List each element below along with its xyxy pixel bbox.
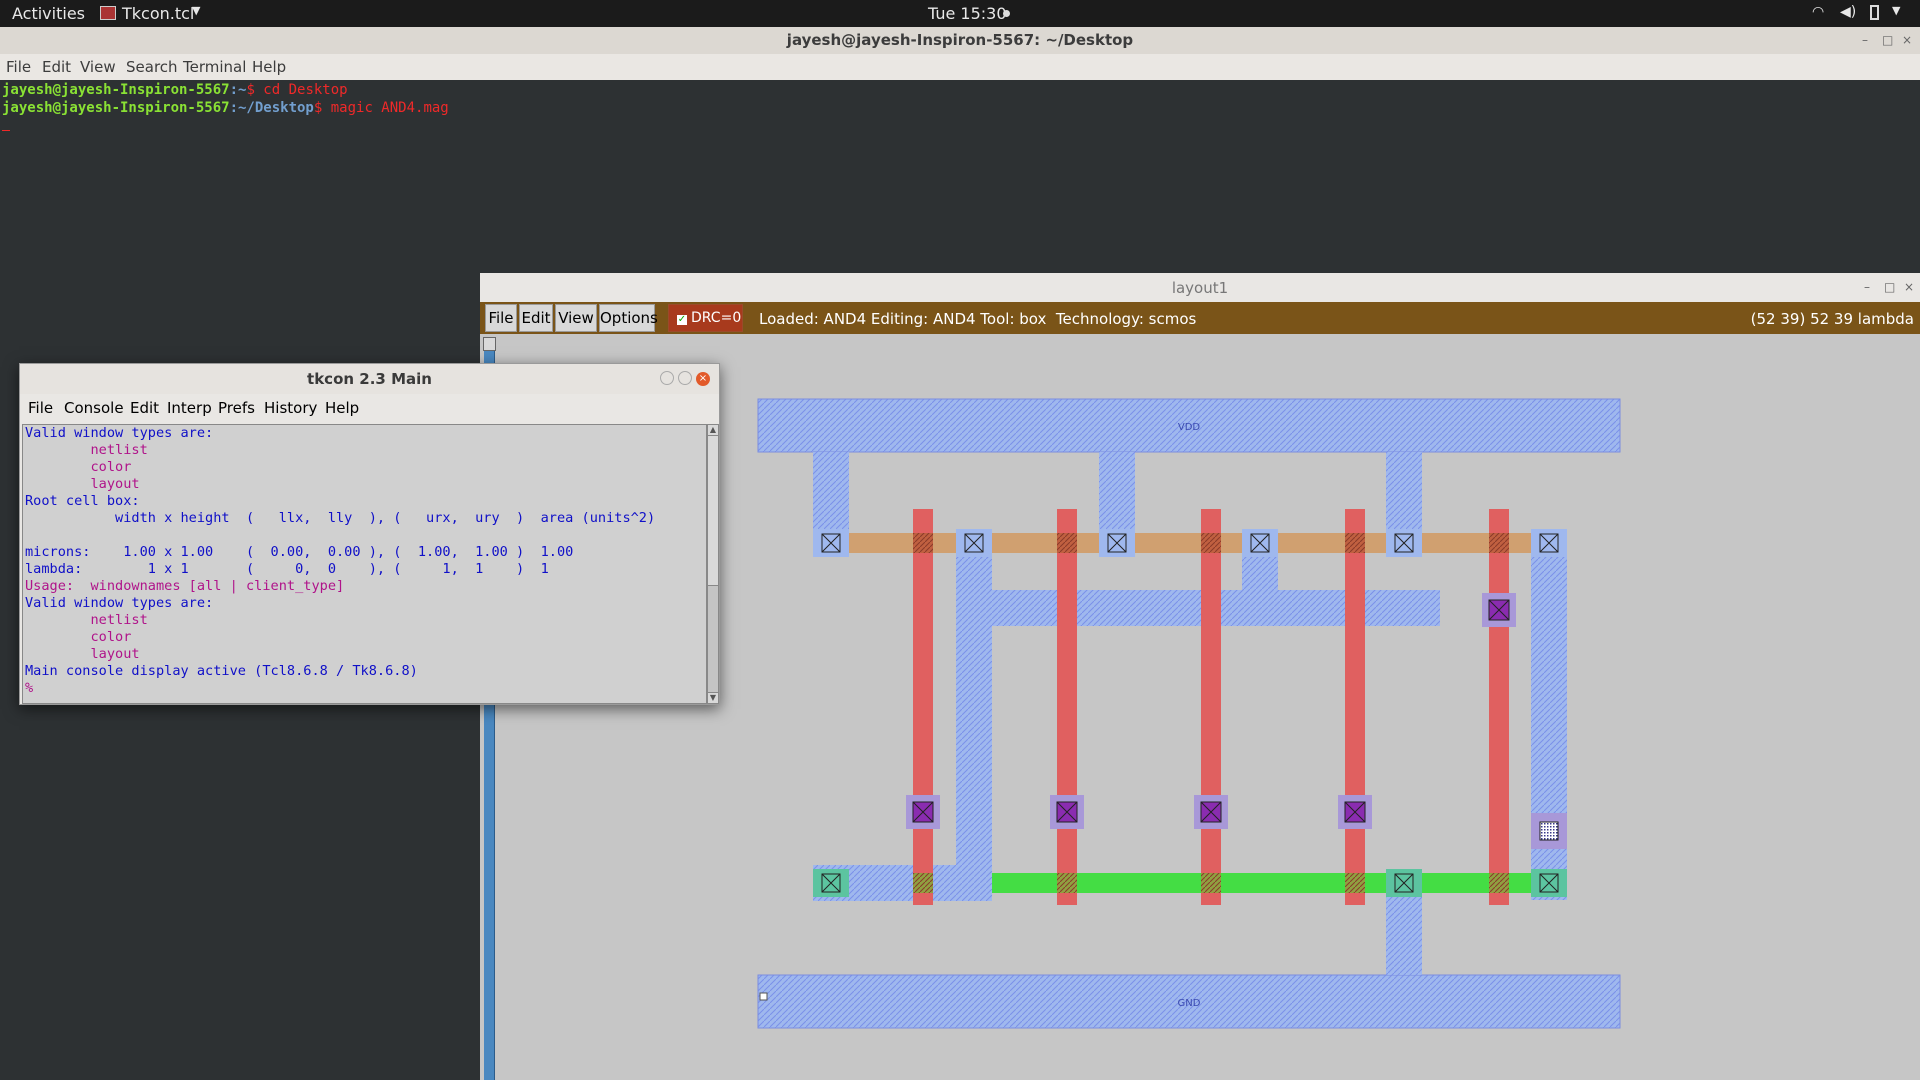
layout-close-button[interactable]: × — [1904, 281, 1914, 293]
console-line: color — [25, 629, 132, 645]
console-line: Valid window types are: — [25, 425, 214, 441]
app-menu-chevron-icon[interactable]: ▼ — [192, 4, 200, 17]
terminal-menu-help[interactable]: Help — [252, 58, 286, 76]
tkcon-scrollbar[interactable]: ▲ ▼ — [707, 424, 719, 704]
tkcon-menu-help[interactable]: Help — [325, 399, 359, 417]
tkcon-menubar: File Console Edit Interp Prefs History H… — [20, 394, 719, 422]
tkcon-menu-file[interactable]: File — [28, 399, 53, 417]
tkcon-scroll-up-button[interactable]: ▲ — [708, 425, 718, 436]
tkcon-output[interactable]: Valid window types are: netlist color la… — [22, 424, 707, 704]
metal-strap[interactable] — [1386, 888, 1422, 975]
tkcon-scroll-thumb[interactable] — [708, 585, 718, 693]
terminal-menu-file[interactable]: File — [6, 58, 31, 76]
console-line: Main console display active (Tcl8.6.8 / … — [25, 663, 418, 679]
notification-dot-icon — [1003, 10, 1010, 17]
layout-status: Loaded: AND4 Editing: AND4 Tool: box Tec… — [759, 310, 1197, 328]
terminal-menubar: File Edit View Search Terminal Help — [0, 54, 1920, 81]
console-line: color — [25, 459, 132, 475]
tkcon-minimize-button[interactable] — [660, 371, 674, 385]
metal-strap[interactable] — [1386, 452, 1422, 530]
console-line: Root cell box: — [25, 493, 140, 509]
system-menu-chevron-icon[interactable]: ▼ — [1892, 4, 1900, 17]
metal-strap[interactable] — [813, 452, 849, 530]
console-line: netlist — [25, 612, 148, 628]
tkcon-title: tkcon 2.3 Main — [307, 370, 432, 388]
cursor-coordinates: (52 39) 52 39 lambda — [1750, 310, 1914, 328]
terminal-line: jayesh@jayesh-Inspiron-5567:~$ cd Deskto… — [2, 82, 348, 98]
top-bar: Activities Tkcon.tcl ▼ Tue 15:30 ◠ ◀) ▼ — [0, 0, 1920, 27]
layout-menu-options[interactable]: Options — [599, 304, 658, 332]
terminal-line: jayesh@jayesh-Inspiron-5567:~/Desktop$ m… — [2, 100, 449, 116]
gnd-label: GND — [1178, 998, 1201, 1009]
box-marker[interactable] — [759, 992, 768, 1001]
console-line: microns: 1.00 x 1.00 ( 0.00, 0.00 ), ( 1… — [25, 544, 574, 560]
layout-menu-file[interactable]: File — [485, 304, 517, 332]
terminal-menu-edit[interactable]: Edit — [42, 58, 71, 76]
layout-minimize-button[interactable]: – — [1864, 281, 1874, 293]
console-line: lambda: 1 x 1 ( 0, 0 ), ( 1, 1 ) 1 — [25, 561, 549, 577]
poly-gate-d[interactable] — [1345, 509, 1365, 905]
metal-strap[interactable] — [1099, 452, 1135, 530]
terminal-minimize-button[interactable]: – — [1862, 34, 1872, 46]
clock[interactable]: Tue 15:30 — [928, 4, 1007, 23]
terminal-menu-view[interactable]: View — [80, 58, 116, 76]
activities-button[interactable]: Activities — [12, 4, 85, 23]
console-line: layout — [25, 646, 140, 662]
layout-scroll-up-button[interactable] — [483, 337, 496, 351]
console-line: Usage: windownames [all | client_type] — [25, 578, 345, 594]
metal-output-net[interactable] — [956, 590, 1440, 626]
console-line: width x height ( llx, lly ), ( urx, ury … — [25, 510, 656, 526]
metal-output-net[interactable] — [1242, 550, 1278, 600]
terminal-cursor — [2, 130, 10, 131]
output-pin-via — [1539, 821, 1559, 841]
terminal-menu-search[interactable]: Search — [126, 58, 178, 76]
tkcon-menu-edit[interactable]: Edit — [130, 399, 159, 417]
volume-icon[interactable]: ◀) — [1840, 4, 1856, 20]
terminal-close-button[interactable]: × — [1902, 34, 1912, 46]
terminal-title: jayesh@jayesh-Inspiron-5567: ~/Desktop — [786, 31, 1134, 49]
layout-title: layout1 — [1171, 279, 1229, 297]
terminal-titlebar: jayesh@jayesh-Inspiron-5567: ~/Desktop –… — [0, 27, 1920, 54]
terminal-menu-terminal[interactable]: Terminal — [183, 58, 246, 76]
layout-maximize-button[interactable]: □ — [1884, 281, 1895, 293]
drc-check-icon: ✓ — [677, 314, 687, 325]
console-line: Valid window types are: — [25, 595, 214, 611]
console-line: netlist — [25, 442, 148, 458]
tkcon-maximize-button[interactable] — [678, 371, 692, 385]
drc-button[interactable]: ✓ DRC=0 — [668, 304, 743, 332]
tkcon-menu-interp[interactable]: Interp — [167, 399, 212, 417]
layout-titlebar: layout1 – □ × — [480, 273, 1920, 303]
layout-menu-view[interactable]: View — [555, 304, 597, 332]
app-icon — [100, 6, 116, 20]
app-menu[interactable]: Tkcon.tcl — [122, 4, 194, 23]
vdd-label: VDD — [1178, 422, 1201, 433]
battery-icon[interactable] — [1870, 5, 1879, 20]
poly-gate-b[interactable] — [1057, 509, 1077, 905]
poly-gate-inv[interactable] — [1489, 509, 1509, 905]
console-line: layout — [25, 476, 140, 492]
tkcon-close-button[interactable]: × — [696, 372, 710, 386]
drc-label: DRC=0 — [691, 310, 742, 326]
layout-toolbar: File Edit View Options ✓ DRC=0 Loaded: AN… — [480, 302, 1920, 334]
layout-menu-edit[interactable]: Edit — [519, 304, 553, 332]
console-prompt[interactable]: % — [25, 680, 33, 697]
tkcon-scroll-down-button[interactable]: ▼ — [708, 692, 718, 703]
tkcon-menu-prefs[interactable]: Prefs — [218, 399, 255, 417]
tkcon-menu-console[interactable]: Console — [64, 399, 124, 417]
tkcon-menu-history[interactable]: History — [264, 399, 317, 417]
poly-gate-c[interactable] — [1201, 509, 1221, 905]
wifi-icon[interactable]: ◠ — [1812, 4, 1824, 20]
poly-gate-a[interactable] — [913, 509, 933, 905]
tkcon-window[interactable]: tkcon 2.3 Main × File Console Edit Inter… — [19, 363, 720, 705]
tkcon-titlebar: tkcon 2.3 Main × — [20, 364, 719, 395]
terminal-maximize-button[interactable]: □ — [1882, 34, 1893, 46]
